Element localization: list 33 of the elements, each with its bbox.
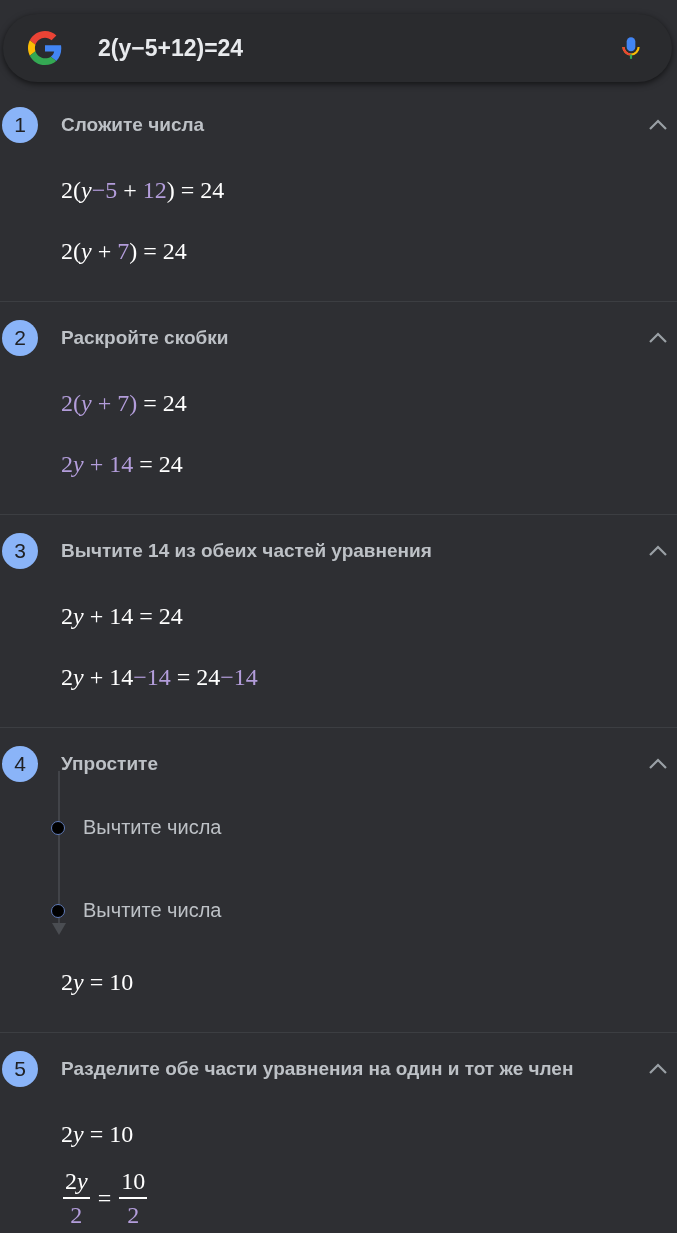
equation: 2y + 14 = 24	[60, 602, 183, 631]
timeline-dot	[51, 820, 65, 835]
equation: 2(y + 7) = 24	[60, 389, 187, 418]
substep-label[interactable]: Вычтите числа	[83, 899, 222, 922]
step-title[interactable]: Сложите числа	[61, 114, 640, 136]
step-title[interactable]: Упростите	[61, 753, 640, 775]
search-bar[interactable]: 2(y−5+12)=24	[3, 14, 672, 82]
step-title[interactable]: Раскройте скобки	[61, 327, 640, 349]
fraction: 2y 2	[63, 1167, 90, 1229]
equation: 2(y−5 + 12) = 24	[60, 176, 225, 205]
equation: 2y + 14 = 24	[60, 450, 183, 479]
step-number: 4	[2, 746, 38, 782]
substep-label[interactable]: Вычтите числа	[83, 816, 222, 839]
step-number: 2	[2, 320, 38, 356]
chevron-icon[interactable]	[648, 545, 668, 557]
chevron-icon[interactable]	[648, 758, 668, 770]
chevron-icon[interactable]	[648, 119, 668, 131]
g-logo-icon	[28, 31, 62, 65]
step-number: 3	[2, 533, 38, 569]
equation: 2y = 10	[60, 968, 134, 997]
search-query: 2(y−5+12)=24	[98, 34, 245, 62]
step-title[interactable]: Вычтите 14 из обеих частей уравнения	[61, 540, 640, 562]
equation: 2y + 14−14 = 24−14	[60, 663, 258, 692]
step-title[interactable]: Разделите обе части уравнения на один и тот же член	[61, 1058, 640, 1080]
chevron-icon[interactable]	[648, 332, 668, 344]
equation: 2y = 10	[60, 1120, 134, 1149]
timeline-dot	[51, 903, 65, 918]
chevron-icon[interactable]	[648, 1063, 668, 1075]
equation: 2(y + 7) = 24	[60, 237, 187, 266]
fraction: 10 2	[119, 1167, 148, 1229]
step-number: 1	[2, 107, 38, 143]
equals-sign: =	[97, 1184, 112, 1212]
step-number: 5	[2, 1051, 38, 1087]
